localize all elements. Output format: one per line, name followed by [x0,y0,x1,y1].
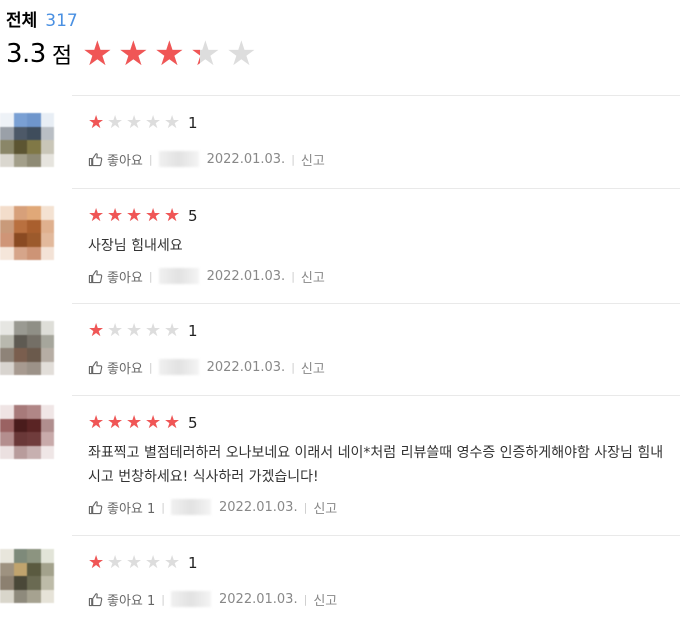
star-icon: ★★ [145,205,162,226]
review-date: 2022.01.03. [206,268,286,284]
like-button[interactable]: 좋아요 [88,267,143,286]
star-icon: ★★ [107,412,124,433]
separator: | [303,500,308,514]
star-icon: ★★ [145,552,162,573]
report-link[interactable]: 신고 [301,150,325,169]
star-icon: ★★ [145,320,162,341]
star-icon: ★★ [154,34,185,74]
avatar[interactable] [0,113,54,167]
star-icon: ★★ [82,34,113,74]
star-icon: ★★ [88,552,105,573]
thumbs-up-icon [88,500,103,514]
thumbs-up-icon [88,269,103,283]
thumbs-up-icon [88,152,103,166]
star-icon: ★★ [126,412,143,433]
star-icon: ★★ [226,34,257,74]
star-icon: ★★ [107,320,124,341]
review-text: 사장님 힘내세요 [88,238,183,254]
blurred-username [171,591,212,607]
star-icon: ★★ [126,320,143,341]
star-icon: ★★ [126,552,143,573]
average-score: 3.3 [6,39,46,69]
star-icon: ★★ [126,112,143,133]
star-icon: ★★ [145,112,162,133]
avatar[interactable] [0,549,54,603]
like-label: 좋아요 1 [107,501,156,517]
star-icon: ★★ [88,320,105,341]
separator: | [291,152,295,166]
review-rating: ★★★★★★★★★★1 [88,113,670,133]
rating-number: 5 [188,414,198,432]
average-unit: 점 [51,44,73,69]
separator: | [303,592,308,606]
star-icon: ★★ [88,412,105,433]
total-label: 전체 [6,11,38,31]
rating-number: 1 [188,322,198,340]
review-date: 2022.01.03. [206,359,286,375]
review-rating: ★ ★ ★ ★ ★ ★ ★ ★ ★ ★ 5 [88,206,670,226]
average-star-rating: ★★★★★★★★★★ [82,37,260,71]
separator: | [148,269,153,283]
review-divider [72,188,680,189]
rating-number: 1 [188,114,198,132]
star-icon: ★★ [164,552,181,573]
review-date: 2022.01.03. [219,591,298,607]
separator: | [291,269,295,283]
separator: | [161,500,166,514]
star-icon: ★★ [107,552,124,573]
review-divider [72,95,680,96]
star-icon: ★★ [118,34,149,74]
star-icon: ★★ [107,112,124,133]
report-link[interactable]: 신고 [313,590,337,609]
review-date: 2022.01.03. [206,151,286,167]
rating-number: 5 [188,207,198,225]
review-rating: ★★★★★★★★★★1 [88,553,670,573]
blurred-username [158,359,199,375]
separator: | [291,360,295,374]
star-icon: ★★ [126,205,143,226]
like-button[interactable]: 좋아요 1 [88,590,155,609]
like-button[interactable]: 좋아요 [88,150,143,169]
star-icon: ★★ [164,112,181,133]
blurred-username [171,499,212,515]
blurred-username [158,151,199,167]
review-divider [72,395,680,396]
like-label: 좋아요 [107,153,143,169]
report-link[interactable]: 신고 [301,267,325,286]
rating-summary: 전체 317 3.3 점 ★★★★★★★★★★ [6,6,260,71]
avatar[interactable] [0,405,54,459]
review-rating: ★ ★ ★ ★ ★ ★ ★ ★ ★ ★ 5 [88,413,670,433]
avatar[interactable] [0,321,54,375]
like-label: 좋아요 [107,361,143,377]
like-button[interactable]: 좋아요 [88,358,143,377]
review-divider [72,535,680,536]
report-link[interactable]: 신고 [313,498,337,517]
thumbs-up-icon [88,592,103,606]
star-icon: ★★ [164,320,181,341]
star-icon: ★★ [88,205,105,226]
report-link[interactable]: 신고 [301,358,325,377]
separator: | [148,152,153,166]
star-icon: ★★ [164,205,181,226]
separator: | [148,360,153,374]
review-divider [72,303,680,304]
avatar[interactable] [0,206,54,260]
separator: | [161,592,166,606]
star-icon: ★★ [190,34,221,74]
star-icon: ★★ [88,112,105,133]
like-label: 좋아요 1 [107,593,156,609]
rating-number: 1 [188,554,198,572]
blurred-username [158,268,199,284]
star-icon: ★★ [164,412,181,433]
like-button[interactable]: 좋아요 1 [88,498,155,517]
review-date: 2022.01.03. [219,499,298,515]
like-label: 좋아요 [107,270,143,286]
total-count: 317 [45,11,78,31]
review-rating: ★★★★★★★★★★1 [88,321,670,341]
star-icon: ★★ [107,205,124,226]
review-text: 좌표찍고 별점테러하러 오나보네요 이래서 네이*처럼 리뷰쓸때 영수증 인증하… [88,445,664,485]
star-icon: ★★ [145,412,162,433]
thumbs-up-icon [88,360,103,374]
